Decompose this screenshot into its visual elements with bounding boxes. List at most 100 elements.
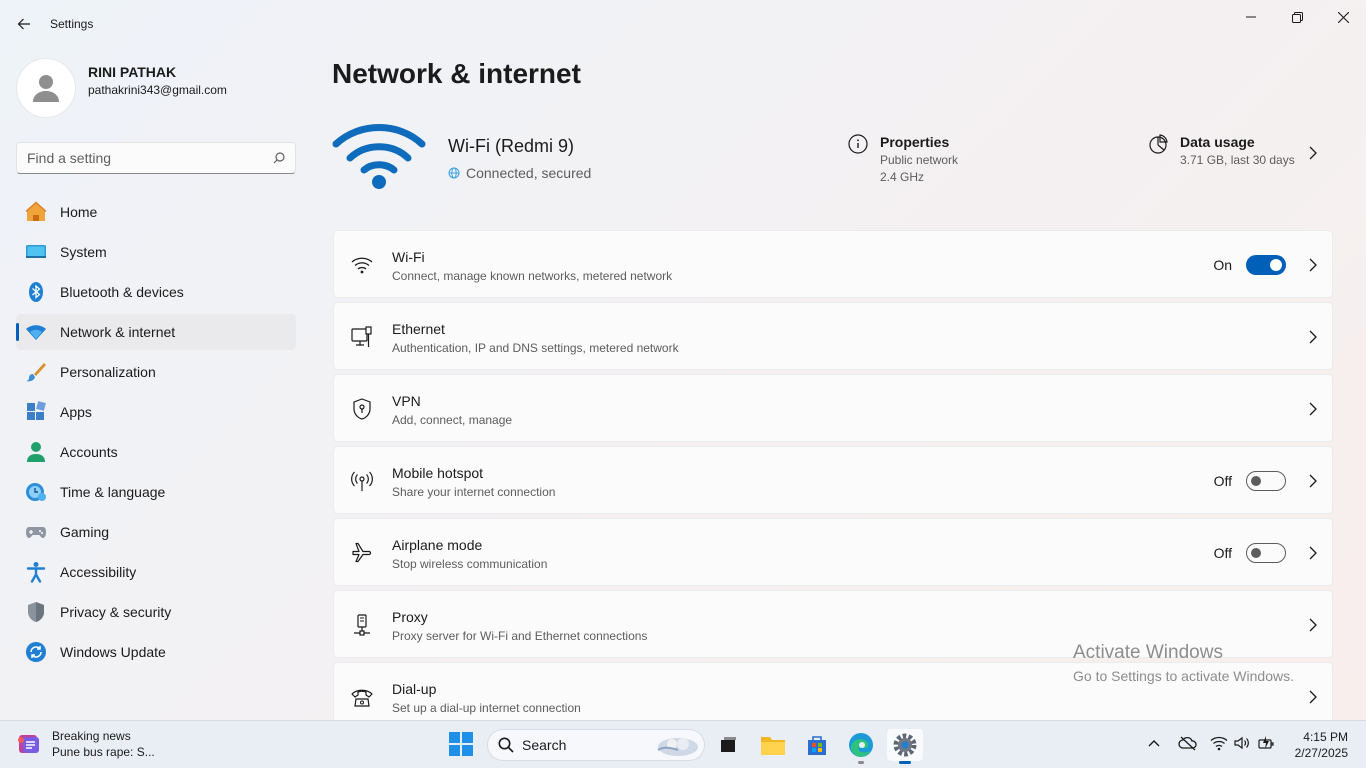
search-input[interactable] xyxy=(27,150,273,166)
card-subtitle: Authentication, IP and DNS settings, met… xyxy=(392,341,679,355)
connection-status: Connected, secured xyxy=(448,165,591,181)
window-controls xyxy=(1228,0,1366,34)
sidebar-item-home[interactable]: Home xyxy=(16,194,296,230)
apps-icon xyxy=(24,400,48,424)
user-email: pathakrini343@gmail.com xyxy=(88,82,227,97)
app-title: Settings xyxy=(50,17,94,31)
sidebar-item-label: Accessibility xyxy=(60,564,137,580)
sidebar-item-privacy[interactable]: Privacy & security xyxy=(16,594,296,630)
data-usage-link[interactable]: Data usage 3.71 GB, last 30 days xyxy=(1148,134,1295,167)
clock-date: 2/27/2025 xyxy=(1294,746,1348,760)
chevron-right-icon xyxy=(1309,546,1317,560)
news-headline: Pune bus rape: S... xyxy=(52,745,155,759)
user-profile[interactable]: RINI PATHAK pathakrini343@gmail.com xyxy=(16,58,227,118)
phone-icon xyxy=(350,685,374,709)
clock[interactable]: 4:15 PM 2/27/2025 xyxy=(1295,729,1348,761)
pie-chart-icon xyxy=(1149,134,1168,154)
network-band: 2.4 GHz xyxy=(880,170,925,184)
system-icon xyxy=(24,240,48,264)
card-subtitle: Add, connect, manage xyxy=(392,413,513,427)
properties-link[interactable]: Properties Public network 2.4 GHz xyxy=(848,134,958,184)
clock-globe-icon xyxy=(24,480,48,504)
airplane-mode-toggle[interactable] xyxy=(1246,543,1286,563)
sidebar-item-label: Time & language xyxy=(60,484,166,500)
sidebar-item-gaming[interactable]: Gaming xyxy=(16,514,296,550)
settings-window: Settings RINI PATHAK pathakrini343@gmail… xyxy=(0,0,1366,720)
watermark-subtitle: Go to Settings to activate Windows. xyxy=(1073,668,1294,684)
sidebar-item-accessibility[interactable]: Accessibility xyxy=(16,554,296,590)
hotspot-icon xyxy=(350,469,374,493)
sidebar-item-network[interactable]: Network & internet xyxy=(16,314,296,350)
chevron-up-icon[interactable] xyxy=(1146,735,1162,751)
info-icon xyxy=(848,134,868,154)
properties-title: Properties xyxy=(880,134,950,150)
home-icon xyxy=(24,200,48,224)
battery-charging-icon[interactable] xyxy=(1258,735,1276,751)
back-button[interactable] xyxy=(10,10,38,38)
update-icon xyxy=(24,640,48,664)
watermark-title: Activate Windows xyxy=(1073,642,1223,663)
wifi-tray-icon[interactable] xyxy=(1210,735,1228,751)
search-icon xyxy=(273,152,285,164)
news-title: Breaking news xyxy=(52,729,131,743)
sidebar-item-label: Gaming xyxy=(60,524,110,540)
sidebar-item-personalization[interactable]: Personalization xyxy=(16,354,296,390)
taskbar-app-file-explorer[interactable] xyxy=(755,729,791,761)
user-name: RINI PATHAK xyxy=(88,63,177,80)
shield-icon xyxy=(24,600,48,624)
network-name: Wi-Fi (Redmi 9) xyxy=(448,136,574,156)
taskbar-app-task-view[interactable] xyxy=(710,729,746,761)
start-button[interactable] xyxy=(448,731,474,762)
mobile-hotspot-card[interactable]: Mobile hotspot Share your internet conne… xyxy=(333,446,1333,514)
card-subtitle: Stop wireless communication xyxy=(392,557,548,571)
wifi-toggle[interactable] xyxy=(1246,255,1286,275)
controller-icon xyxy=(24,520,48,544)
proxy-icon xyxy=(350,613,374,637)
onedrive-offline-icon[interactable] xyxy=(1178,735,1198,751)
page-title: Network & internet xyxy=(332,58,581,89)
taskbar-app-settings[interactable] xyxy=(887,729,923,764)
volume-icon[interactable] xyxy=(1234,735,1250,751)
card-subtitle: Set up a dial-up internet connection xyxy=(392,701,581,715)
back-arrow-icon xyxy=(17,18,30,30)
network-type: Public network xyxy=(880,153,959,167)
wifi-card[interactable]: Wi-Fi Connect, manage known networks, me… xyxy=(333,230,1333,298)
sidebar-item-label: Personalization xyxy=(60,364,156,380)
search-highlight-icon xyxy=(657,738,698,756)
news-icon xyxy=(18,735,39,753)
news-widget[interactable]: Breaking news Pune bus rape: S... xyxy=(16,729,155,759)
card-title: Dial-up xyxy=(392,681,437,697)
sidebar-item-label: Bluetooth & devices xyxy=(60,284,184,300)
globe-icon xyxy=(448,167,460,179)
toggle-state-label: Off xyxy=(1213,473,1232,489)
card-subtitle: Connect, manage known networks, metered … xyxy=(392,269,673,283)
sidebar-item-apps[interactable]: Apps xyxy=(16,394,296,430)
minimize-button[interactable] xyxy=(1228,0,1274,34)
card-title: Proxy xyxy=(392,609,428,625)
wifi-icon xyxy=(350,253,374,277)
taskbar-search[interactable]: Search xyxy=(487,729,705,761)
close-button[interactable] xyxy=(1320,0,1366,34)
sidebar-item-bluetooth[interactable]: Bluetooth & devices xyxy=(16,274,296,310)
ethernet-card[interactable]: Ethernet Authentication, IP and DNS sett… xyxy=(333,302,1333,370)
sidebar-item-accounts[interactable]: Accounts xyxy=(16,434,296,470)
active-indicator xyxy=(899,761,911,764)
taskbar-app-store[interactable] xyxy=(799,729,835,761)
sidebar-item-label: Apps xyxy=(60,404,92,420)
taskbar-search-label: Search xyxy=(522,737,567,753)
close-icon xyxy=(1337,11,1349,23)
nav-list: Home System Bluetooth & devices Network … xyxy=(16,194,296,674)
sidebar-item-time-language[interactable]: Time & language xyxy=(16,474,296,510)
bluetooth-icon xyxy=(24,280,48,304)
sidebar-item-system[interactable]: System xyxy=(16,234,296,270)
vpn-card[interactable]: VPN Add, connect, manage xyxy=(333,374,1333,442)
airplane-mode-card[interactable]: Airplane mode Stop wireless communicatio… xyxy=(333,518,1333,586)
minimize-icon xyxy=(1246,16,1256,18)
taskbar-app-edge[interactable] xyxy=(843,729,879,764)
sidebar-item-label: Privacy & security xyxy=(60,604,172,620)
settings-search[interactable] xyxy=(16,142,296,174)
status-text: Connected, secured xyxy=(466,165,592,181)
maximize-button[interactable] xyxy=(1274,0,1320,34)
sidebar-item-windows-update[interactable]: Windows Update xyxy=(16,634,296,670)
hotspot-toggle[interactable] xyxy=(1246,471,1286,491)
